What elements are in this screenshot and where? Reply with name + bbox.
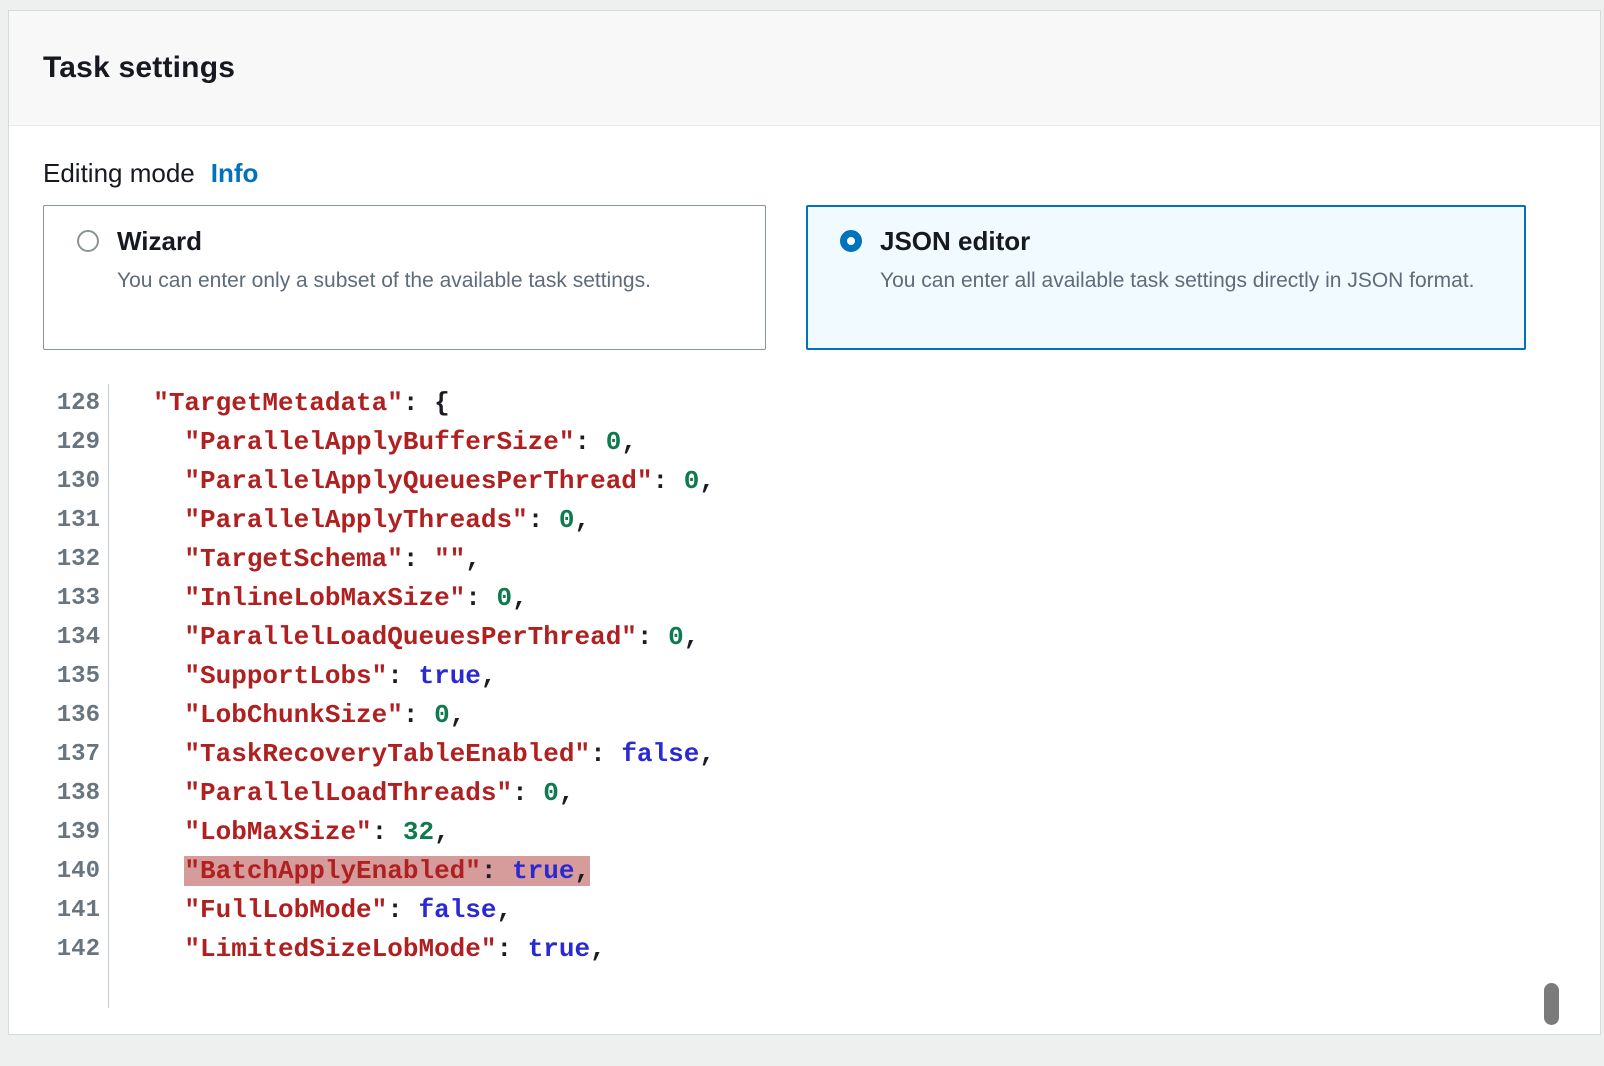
panel-header: Task settings bbox=[9, 11, 1600, 126]
tile-text: Wizard You can enter only a subset of the… bbox=[117, 227, 651, 349]
line-number: 130 bbox=[9, 462, 108, 501]
panel-body: Editing mode Info Wizard You can enter on… bbox=[9, 158, 1600, 1066]
radio-unselected-icon[interactable] bbox=[77, 230, 99, 252]
line-number: 133 bbox=[9, 579, 108, 618]
tile-title: Wizard bbox=[117, 227, 651, 256]
line-number: 142 bbox=[9, 930, 108, 969]
tile-description: You can enter all available task setting… bbox=[880, 264, 1475, 298]
editing-mode-tiles: Wizard You can enter only a subset of the… bbox=[43, 205, 1600, 350]
line-number: 141 bbox=[9, 891, 108, 930]
panel-title: Task settings bbox=[43, 51, 235, 85]
tile-title: JSON editor bbox=[880, 227, 1475, 256]
json-code-editor[interactable]: 128 "TargetMetadata": {129 "ParallelAppl… bbox=[9, 384, 1600, 969]
line-number: 139 bbox=[9, 813, 108, 852]
line-number: 136 bbox=[9, 696, 108, 735]
tile-json-editor[interactable]: JSON editor You can enter all available t… bbox=[806, 205, 1526, 350]
gutter-divider bbox=[108, 384, 732, 1008]
tile-text: JSON editor You can enter all available t… bbox=[880, 227, 1475, 348]
line-number: 140 bbox=[9, 852, 108, 891]
editing-mode-row: Editing mode Info bbox=[43, 158, 1600, 189]
line-number: 132 bbox=[9, 540, 108, 579]
line-number: 138 bbox=[9, 774, 108, 813]
line-number: 129 bbox=[9, 423, 108, 462]
line-number: 137 bbox=[9, 735, 108, 774]
tile-description: You can enter only a subset of the avail… bbox=[117, 264, 651, 298]
line-number: 135 bbox=[9, 657, 108, 696]
radio-selected-icon[interactable] bbox=[840, 230, 862, 252]
line-number: 128 bbox=[9, 384, 108, 423]
scrollbar-thumb[interactable] bbox=[1544, 983, 1559, 1025]
info-link[interactable]: Info bbox=[211, 158, 259, 189]
line-number: 134 bbox=[9, 618, 108, 657]
tile-wizard[interactable]: Wizard You can enter only a subset of the… bbox=[43, 205, 766, 350]
line-number: 131 bbox=[9, 501, 108, 540]
editing-mode-label: Editing mode bbox=[43, 158, 195, 189]
task-settings-panel: Task settings Editing mode Info Wizard Yo… bbox=[8, 10, 1601, 1035]
